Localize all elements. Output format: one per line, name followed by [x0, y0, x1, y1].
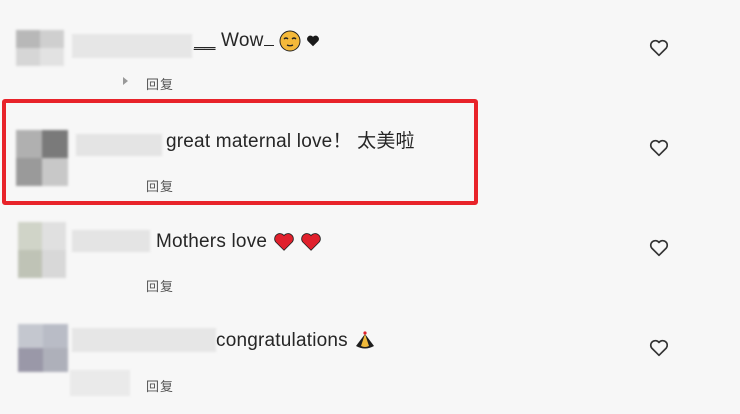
reply-button[interactable]: 回复	[146, 276, 174, 295]
comment-item-3: Mothers love 回复	[0, 200, 740, 300]
username[interactable]	[72, 328, 216, 352]
comment-item-4: congratulations 回复	[0, 300, 740, 400]
heart-outline-icon[interactable]	[648, 337, 670, 359]
comment-item-1: __ Wow 回复	[0, 0, 740, 100]
heart-outline-icon[interactable]	[648, 237, 670, 259]
comment-text-main: Wow	[221, 30, 264, 52]
comment-text: congratulations	[216, 330, 377, 352]
highlight-box	[2, 99, 478, 205]
username[interactable]	[72, 230, 150, 252]
avatar[interactable]	[18, 222, 66, 278]
avatar[interactable]	[16, 30, 64, 66]
red-heart-icon	[273, 233, 294, 251]
comment-text-main: congratulations	[216, 330, 348, 352]
avatar[interactable]	[18, 324, 68, 372]
comment-text: Mothers love	[156, 231, 322, 253]
comment-text: __ Wow	[194, 30, 320, 52]
relieved-face-icon	[279, 30, 301, 52]
reply-button[interactable]: 回复	[146, 376, 174, 395]
party-popper-icon	[356, 331, 375, 349]
red-heart-icon	[301, 233, 321, 251]
black-heart-icon	[307, 35, 320, 47]
chevron-right-icon	[123, 77, 128, 85]
reply-button[interactable]: 回复	[146, 74, 174, 93]
comment-text-prefix: __	[194, 30, 216, 52]
heart-outline-icon[interactable]	[648, 137, 670, 159]
comment-text-main: Mothers love	[156, 231, 268, 253]
heart-outline-icon[interactable]	[648, 37, 670, 59]
username[interactable]	[72, 34, 192, 58]
